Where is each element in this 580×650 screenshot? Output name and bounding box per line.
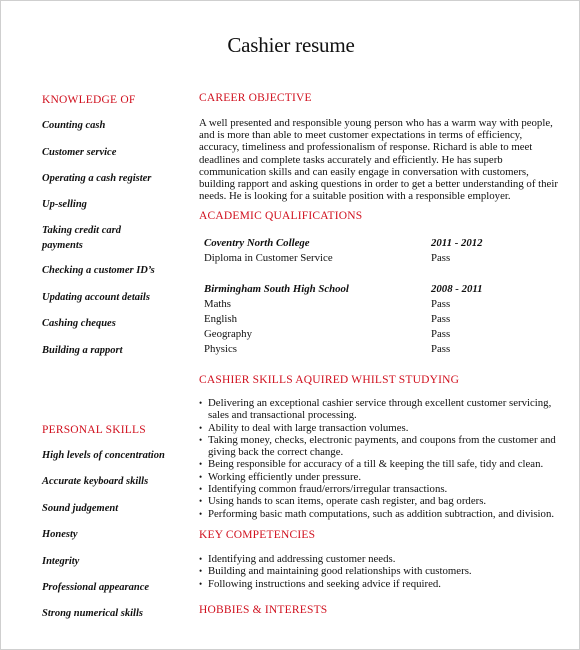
key-competencies-heading: KEY COMPETENCIES [199,529,316,541]
knowledge-item: Counting cash [42,120,106,131]
bullet-icon: • [199,398,203,408]
list-item: • Using hands to scan items, operate cash… [199,495,574,507]
subject-result: Pass [431,313,451,325]
bullet-icon: • [199,434,203,445]
personal-skill-item: Integrity [42,556,80,567]
subject-name: English [204,313,237,325]
knowledge-item: Updating account details [42,292,150,303]
knowledge-heading: KNOWLEDGE OF [42,94,136,106]
school-row: Birmingham South High School 2008 - 2011 [204,283,504,298]
list-item-text: Performing basic math computations, such… [208,507,555,520]
list-item: • Performing basic math computations, suc… [199,508,574,520]
knowledge-item: Customer service [42,147,117,158]
subject-name: Geography [204,328,252,340]
bullet-icon: • [199,422,203,433]
subject-row: Geography Pass [204,328,504,343]
list-item-text: Working efficiently under pressure. [208,470,362,483]
subject-result: Pass [431,298,451,310]
bullet-icon: • [199,508,203,519]
subject-name: Diploma in Customer Service [204,252,333,264]
knowledge-item: Checking a customer ID’s [42,265,155,276]
knowledge-item: Cashing cheques [42,318,116,329]
career-objective-heading: CAREER OBJECTIVE [199,92,312,104]
subject-row: Maths Pass [204,298,504,313]
knowledge-item: Building a rapport [42,345,123,356]
list-item: • Working efficiently under pressure. [199,471,574,483]
subject-name: Maths [204,298,231,310]
knowledge-item: Up-selling [42,199,87,210]
school-name: Birmingham South High School [204,283,349,295]
bullet-icon: • [199,471,203,482]
school-row: Coventry North College 2011 - 2012 [204,237,504,252]
subject-row: Physics Pass [204,343,504,358]
list-item: • Following instructions and seeking advi… [199,578,574,590]
list-item: • Ability to deal with large transaction … [199,422,574,434]
personal-skill-item: Professional appearance [42,582,150,593]
subject-result: Pass [431,328,451,340]
personal-skill-item: Strong numerical skills [42,608,143,619]
page-title: Cashier resume [227,33,355,57]
bullet-icon: • [199,459,203,470]
bullet-icon: • [199,554,203,564]
bullet-icon: • [199,484,203,495]
subject-row: English Pass [204,313,504,328]
list-item: • Taking money, checks, electronic paymen… [199,434,574,459]
school-name: Coventry North College [204,237,310,249]
personal-skill-item: Sound judgement [42,503,119,514]
list-item: • Identifying and addressing customer nee… [199,553,574,565]
list-item: • Identifying common fraud/errors/irregul… [199,483,574,495]
list-item: • Building and maintaining good relations… [199,565,574,577]
list-item-text: Delivering an exceptional cashier servic… [208,397,552,422]
cashier-skills-heading: CASHIER SKILLS AQUIRED WHILST STUDYING [199,374,460,386]
list-item-text: Identifying common fraud/errors/irregula… [208,483,448,496]
list-item-text: Using hands to scan items, operate cash … [208,495,487,508]
career-objective-text: A well presented and responsible young p… [199,117,558,203]
personal-skills-heading: PERSONAL SKILLS [42,424,146,436]
personal-skill-item: Honesty [42,529,78,540]
school-years: 2011 - 2012 [431,237,483,249]
resume-page: Cashier resume KNOWLEDGE OF Counting cas… [0,0,580,650]
list-item: • Being responsible for accuracy of a til… [199,458,574,470]
bullet-icon: • [199,578,203,589]
list-item-text: Being responsible for accuracy of a till… [208,458,544,471]
cashier-skills-list: • Delivering an exceptional cashier servi… [199,397,574,520]
knowledge-item: Operating a cash register [42,173,152,184]
subject-result: Pass [431,343,451,355]
list-item-text: Following instructions and seeking advic… [208,577,441,590]
subject-row: Diploma in Customer Service Pass [204,252,504,267]
subject-name: Physics [204,343,237,355]
list-item-text: Taking money, checks, electronic payment… [208,433,556,459]
list-item-text: Ability to deal with large transaction v… [208,421,409,434]
key-competencies-list: • Identifying and addressing customer nee… [199,553,574,590]
academic-heading: ACADEMIC QUALIFICATIONS [199,210,363,222]
bullet-icon: • [199,496,203,507]
hobbies-heading: HOBBIES & INTERESTS [199,604,328,616]
subject-result: Pass [431,252,451,264]
list-item: • Delivering an exceptional cashier servi… [199,397,574,422]
school-years: 2008 - 2011 [431,283,483,295]
bullet-icon: • [199,566,203,577]
list-item-text: Identifying and addressing customer need… [208,553,396,565]
personal-skill-item: High levels of concentration [42,450,165,461]
knowledge-item: Taking credit card payments [42,225,121,251]
list-item-text: Building and maintaining good relationsh… [208,565,472,578]
personal-skill-item: Accurate keyboard skills [42,476,149,487]
